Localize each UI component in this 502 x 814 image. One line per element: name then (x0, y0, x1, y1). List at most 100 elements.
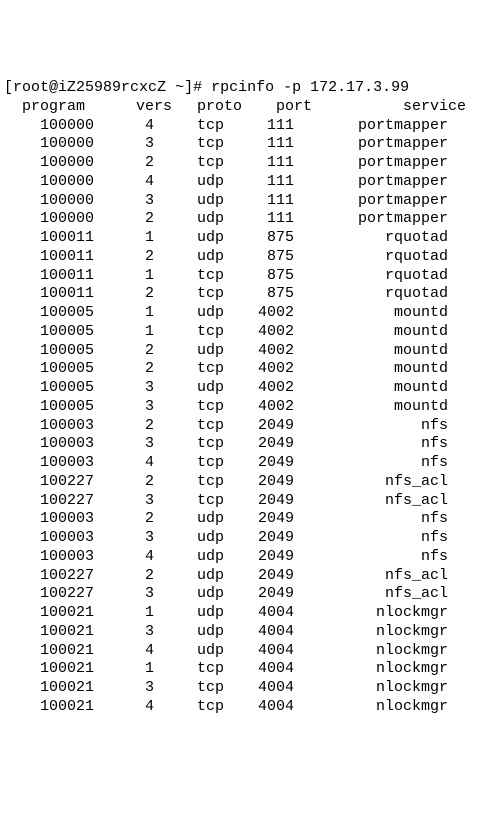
cell-program: 100003 (4, 548, 94, 567)
cell-service: nfs (294, 529, 448, 548)
cell-program: 100011 (4, 229, 94, 248)
cell-port: 111 (224, 135, 294, 154)
cell-proto: tcp (154, 117, 224, 136)
cell-vers: 3 (94, 135, 154, 154)
cell-port: 4004 (224, 604, 294, 623)
cell-service: portmapper (294, 135, 448, 154)
cell-program: 100003 (4, 510, 94, 529)
cell-port: 111 (224, 117, 294, 136)
cell-port: 111 (224, 173, 294, 192)
cell-vers: 1 (94, 604, 154, 623)
table-row: 1002272udp2049nfs_acl (4, 567, 498, 586)
cell-service: portmapper (294, 117, 448, 136)
cell-program: 100000 (4, 210, 94, 229)
cell-service: portmapper (294, 192, 448, 211)
prompt-user: root (13, 79, 49, 96)
prompt-host: iZ25989rcxcZ (58, 79, 166, 96)
header-port: port (242, 98, 312, 117)
cell-port: 4004 (224, 698, 294, 717)
cell-service: mountd (294, 360, 448, 379)
cell-proto: udp (154, 379, 224, 398)
cell-program: 100005 (4, 342, 94, 361)
cell-vers: 2 (94, 285, 154, 304)
cell-port: 111 (224, 192, 294, 211)
cell-proto: tcp (154, 360, 224, 379)
cell-program: 100005 (4, 304, 94, 323)
cell-vers: 2 (94, 210, 154, 229)
header-service: service (312, 98, 466, 117)
cell-program: 100005 (4, 379, 94, 398)
cell-service: mountd (294, 342, 448, 361)
cell-proto: udp (154, 173, 224, 192)
cell-program: 100011 (4, 248, 94, 267)
cell-proto: tcp (154, 285, 224, 304)
table-row: 1000033udp2049nfs (4, 529, 498, 548)
table-row: 1000213udp4004nlockmgr (4, 623, 498, 642)
cell-program: 100005 (4, 398, 94, 417)
cell-port: 875 (224, 229, 294, 248)
cell-port: 4004 (224, 642, 294, 661)
cell-proto: tcp (154, 323, 224, 342)
cell-service: nfs_acl (294, 567, 448, 586)
cell-proto: udp (154, 585, 224, 604)
cell-vers: 2 (94, 567, 154, 586)
cell-proto: tcp (154, 698, 224, 717)
cell-proto: tcp (154, 417, 224, 436)
cell-program: 100000 (4, 135, 94, 154)
table-row: 1000034udp2049nfs (4, 548, 498, 567)
cell-program: 100005 (4, 323, 94, 342)
cell-service: nlockmgr (294, 660, 448, 679)
cell-proto: tcp (154, 435, 224, 454)
table-row: 1000002udp111portmapper (4, 210, 498, 229)
cell-vers: 4 (94, 698, 154, 717)
cell-port: 2049 (224, 567, 294, 586)
cell-port: 2049 (224, 548, 294, 567)
table-row: 1000004udp111portmapper (4, 173, 498, 192)
cell-vers: 4 (94, 548, 154, 567)
cell-port: 2049 (224, 417, 294, 436)
cell-program: 100021 (4, 660, 94, 679)
header-vers: vers (112, 98, 172, 117)
table-row: 1000052tcp4002mountd (4, 360, 498, 379)
cell-port: 4002 (224, 342, 294, 361)
cell-port: 4002 (224, 360, 294, 379)
terminal-output: [root@iZ25989rcxcZ ~]# rpcinfo -p 172.17… (4, 79, 498, 717)
table-row: 1000032udp2049nfs (4, 510, 498, 529)
cell-vers: 2 (94, 510, 154, 529)
cell-proto: tcp (154, 135, 224, 154)
cell-program: 100011 (4, 285, 94, 304)
cell-program: 100227 (4, 585, 94, 604)
cell-proto: tcp (154, 492, 224, 511)
cell-proto: udp (154, 304, 224, 323)
cell-vers: 1 (94, 304, 154, 323)
cell-proto: udp (154, 529, 224, 548)
cell-program: 100003 (4, 417, 94, 436)
cell-service: mountd (294, 323, 448, 342)
cell-service: nfs (294, 548, 448, 567)
cell-service: nfs (294, 435, 448, 454)
cell-proto: tcp (154, 679, 224, 698)
cell-program: 100227 (4, 567, 94, 586)
cell-proto: udp (154, 623, 224, 642)
cell-program: 100003 (4, 454, 94, 473)
cell-service: portmapper (294, 173, 448, 192)
cell-port: 875 (224, 267, 294, 286)
cell-port: 4004 (224, 660, 294, 679)
table-row: 1000051udp4002mountd (4, 304, 498, 323)
table-row: 1000033tcp2049nfs (4, 435, 498, 454)
cell-vers: 1 (94, 323, 154, 342)
cell-service: rquotad (294, 229, 448, 248)
cell-service: mountd (294, 379, 448, 398)
prompt-line: [root@iZ25989rcxcZ ~]# rpcinfo -p 172.17… (4, 79, 409, 96)
cell-proto: tcp (154, 154, 224, 173)
cell-program: 100021 (4, 623, 94, 642)
table-body: 1000004tcp111portmapper1000003tcp111port… (4, 117, 498, 717)
cell-program: 100021 (4, 642, 94, 661)
cell-proto: udp (154, 192, 224, 211)
table-row: 1000002tcp111portmapper (4, 154, 498, 173)
cell-proto: udp (154, 229, 224, 248)
cell-port: 111 (224, 210, 294, 229)
cell-service: nfs (294, 417, 448, 436)
table-row: 1000052udp4002mountd (4, 342, 498, 361)
cell-proto: tcp (154, 473, 224, 492)
